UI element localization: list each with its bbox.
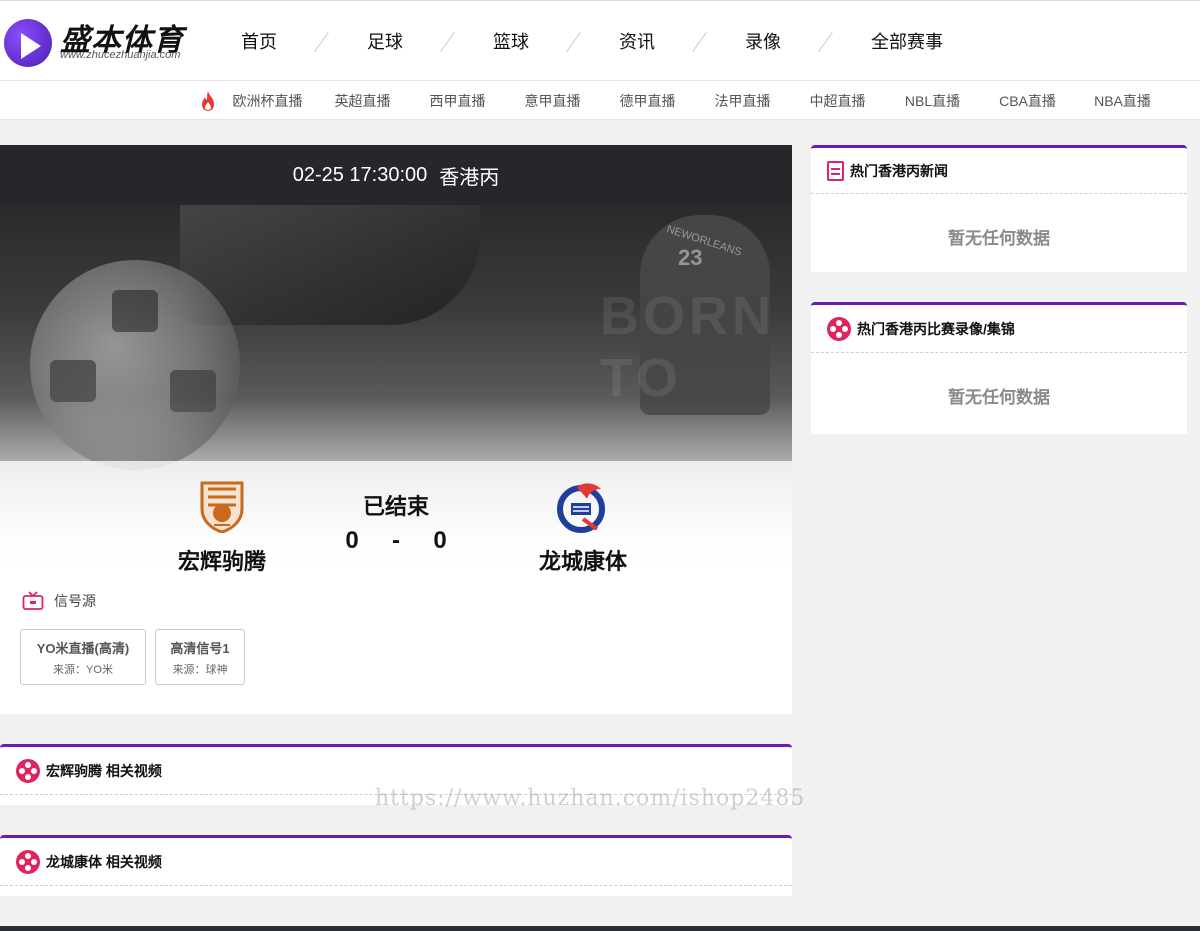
signal-section-title: 信号源	[22, 591, 96, 611]
nav-divider	[441, 30, 455, 52]
hot-videos-panel: 热门香港丙比赛录像/集锦 暂无任何数据	[811, 302, 1187, 434]
away-team-logo-icon	[557, 483, 605, 533]
home-team-logo-icon	[200, 481, 244, 534]
boot-art	[180, 205, 480, 325]
match-panel: 02-25 17:30:00 香港丙 NEWORLEANS 23 BORN TO…	[0, 145, 792, 714]
section-title: 热门香港丙比赛录像/集锦	[857, 320, 1015, 337]
away-team[interactable]: 龙城康体	[503, 479, 663, 576]
film-reel-icon	[16, 849, 40, 874]
tv-icon	[22, 591, 44, 610]
league-link[interactable]: NBL直播	[885, 91, 980, 111]
play-logo-icon	[4, 19, 52, 67]
bottom-bar	[0, 926, 1200, 931]
section-header: 龙城康体 相关视频	[0, 838, 792, 886]
main-nav: 首页 足球 篮球 资讯 录像 全部赛事	[222, 1, 962, 81]
empty-message: 暂无任何数据	[948, 229, 1050, 248]
match-status: 已结束	[362, 494, 429, 519]
nav-divider	[693, 30, 707, 52]
film-reel-icon	[16, 758, 40, 783]
score-separator: -	[392, 527, 400, 554]
away-team-name: 龙城康体	[538, 549, 627, 574]
watermark-text: https://www.huzhan.com/ishop2485	[375, 786, 806, 811]
league-link[interactable]: NBA直播	[1075, 91, 1170, 111]
match-datetime: 02-25 17:30:00	[292, 163, 428, 186]
source-name: 高清信号1	[170, 640, 230, 656]
logo-url: www.zhucezhuanjia.com	[60, 49, 181, 61]
home-team-name: 宏辉驹腾	[177, 549, 266, 574]
league-link[interactable]: 欧洲杯直播	[220, 91, 315, 111]
nav-football[interactable]: 足球	[348, 28, 422, 54]
site-logo[interactable]: 盛本体育 www.zhucezhuanjia.com	[4, 15, 204, 67]
nav-all-events[interactable]: 全部赛事	[852, 28, 962, 54]
match-header: 02-25 17:30:00 香港丙	[0, 145, 792, 205]
source-origin: 来源：球神	[172, 663, 228, 676]
football-art	[30, 260, 240, 470]
nav-news[interactable]: 资讯	[600, 28, 674, 54]
match-league: 香港丙	[439, 166, 500, 189]
section-title: 宏辉驹腾 相关视频	[46, 762, 162, 779]
nav-basketball[interactable]: 篮球	[474, 28, 548, 54]
league-link[interactable]: 德甲直播	[600, 91, 695, 111]
league-link[interactable]: CBA直播	[980, 91, 1075, 111]
league-link[interactable]: 意甲直播	[505, 91, 600, 111]
section-title: 龙城康体 相关视频	[46, 853, 162, 870]
nav-divider	[819, 30, 833, 52]
league-links: 欧洲杯直播 英超直播 西甲直播 意甲直播 德甲直播 法甲直播 中超直播 NBL直…	[220, 81, 1170, 121]
nav-divider	[315, 30, 329, 52]
source-name: YO米直播(高清)	[36, 640, 130, 656]
hot-league-bar: 欧洲杯直播 英超直播 西甲直播 意甲直播 德甲直播 法甲直播 中超直播 NBL直…	[0, 80, 1200, 120]
away-related-videos: 龙城康体 相关视频	[0, 835, 792, 896]
source-origin: 来源：YO米	[53, 663, 113, 676]
home-team[interactable]: 宏辉驹腾	[142, 479, 302, 576]
signal-source-button[interactable]: YO米直播(高清) 来源：YO米	[20, 629, 146, 685]
match-score: 0 - 0	[296, 527, 496, 555]
hero-slogan: BORN TO	[600, 286, 775, 408]
jersey-number: 23	[678, 245, 703, 270]
signal-source-button[interactable]: 高清信号1 来源：球神	[155, 629, 245, 685]
signal-sources: YO米直播(高清) 来源：YO米 高清信号1 来源：球神	[20, 629, 245, 685]
section-header: 热门香港丙新闻	[811, 148, 1187, 194]
film-reel-icon	[827, 316, 851, 341]
nav-replay[interactable]: 录像	[726, 28, 800, 54]
nav-home[interactable]: 首页	[222, 28, 296, 54]
hot-news-panel: 热门香港丙新闻 暂无任何数据	[811, 145, 1187, 272]
document-icon	[827, 160, 844, 181]
signal-title-label: 信号源	[54, 593, 96, 609]
scoreboard: 宏辉驹腾 已结束 0 - 0 龙城康体	[0, 461, 792, 586]
fire-icon	[202, 91, 214, 111]
league-link[interactable]: 中超直播	[790, 91, 885, 111]
section-title: 热门香港丙新闻	[850, 162, 948, 179]
empty-message: 暂无任何数据	[948, 388, 1050, 407]
league-link[interactable]: 西甲直播	[410, 91, 505, 111]
away-score: 0	[433, 527, 447, 554]
nav-divider	[567, 30, 581, 52]
home-score: 0	[345, 527, 359, 554]
league-link[interactable]: 英超直播	[315, 91, 410, 111]
section-header: 热门香港丙比赛录像/集锦	[811, 305, 1187, 353]
top-header: 盛本体育 www.zhucezhuanjia.com 首页 足球 篮球 资讯 录…	[0, 0, 1200, 80]
league-link[interactable]: 法甲直播	[695, 91, 790, 111]
